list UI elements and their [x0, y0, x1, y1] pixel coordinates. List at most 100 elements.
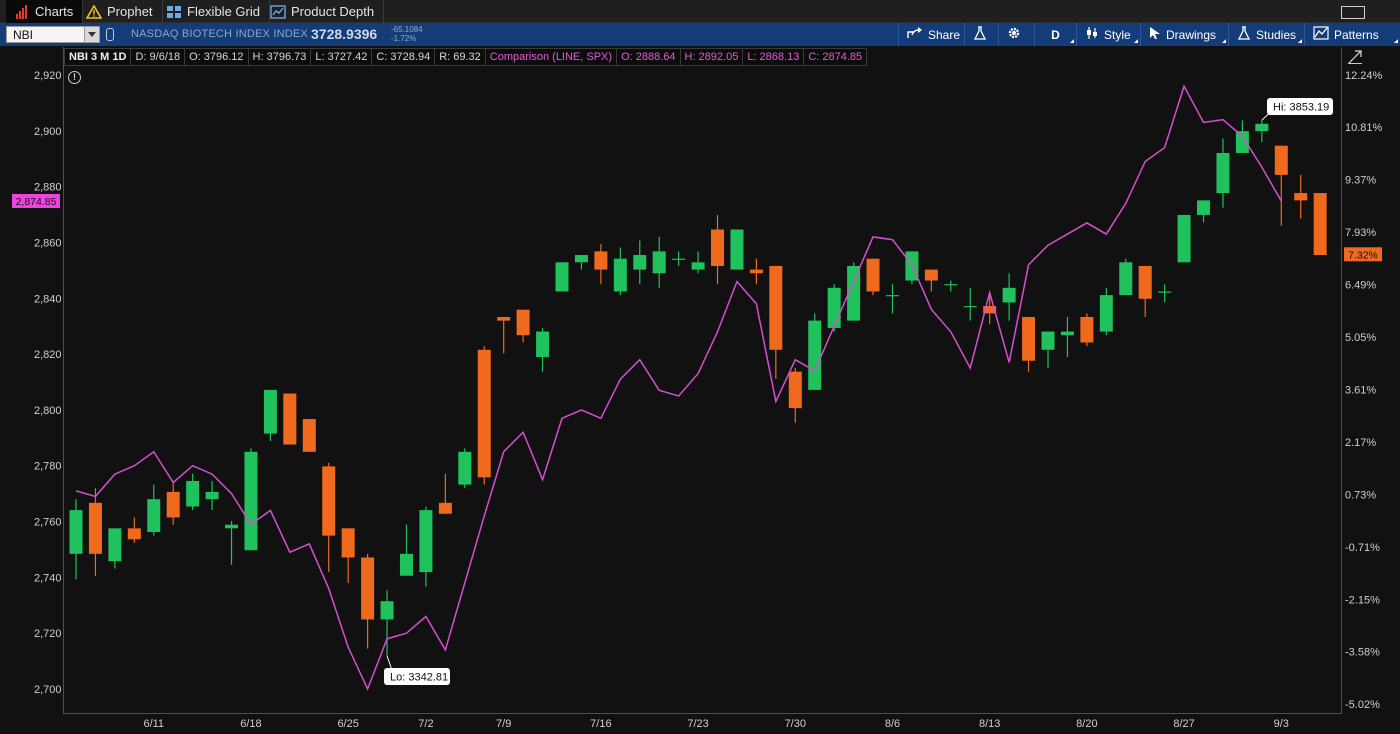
candle-down	[866, 258, 880, 292]
candle-down	[1274, 145, 1288, 175]
candle-down	[1080, 316, 1094, 343]
left-axis-tick-label: 2,740	[34, 572, 62, 584]
header-close: C: 3728.94	[372, 48, 436, 66]
candle-down	[1294, 193, 1308, 201]
header-open: O: 3796.12	[185, 48, 249, 66]
candle-up	[399, 553, 413, 576]
candle-down	[361, 557, 375, 620]
header-range: R: 69.32	[435, 48, 486, 66]
candle-down	[127, 528, 141, 540]
candle-up	[1099, 295, 1113, 332]
candle-up	[944, 284, 958, 286]
comparison-line-spx	[75, 84, 1282, 691]
candle-up	[691, 262, 705, 270]
candle-up	[380, 601, 394, 620]
candle-up	[1002, 287, 1016, 303]
left-axis-tick-label: 2,900	[34, 126, 62, 138]
expand-scale-icon[interactable]	[1348, 50, 1362, 64]
left-axis-tick-label: 2,780	[34, 461, 62, 473]
candle-down	[749, 269, 763, 274]
right-axis-tick-label: -5.02%	[1345, 699, 1380, 711]
candle-up	[1255, 123, 1269, 132]
x-axis-tick-label: 8/27	[1173, 718, 1194, 730]
right-last-value-text: 7.32%	[1348, 249, 1378, 261]
candle-up	[613, 258, 627, 292]
candle-down	[769, 265, 783, 350]
left-axis-tick-label: 2,840	[34, 293, 62, 305]
x-axis-tick-label: 6/25	[337, 718, 358, 730]
candle-up	[885, 295, 899, 297]
header-low: L: 3727.42	[311, 48, 373, 66]
candle-up	[808, 320, 822, 390]
right-axis-tick-label: 6.49%	[1345, 280, 1376, 292]
candle-down	[1022, 316, 1036, 361]
chart-title: NBI 3 M 1D	[64, 48, 132, 66]
candle-up	[672, 258, 686, 260]
candle-up	[1158, 291, 1172, 293]
candle-up	[1197, 200, 1211, 215]
left-axis-tick-label: 2,880	[34, 182, 62, 194]
x-axis-tick-label: 7/30	[785, 718, 806, 730]
left-axis-tick-label: 2,920	[34, 70, 62, 82]
candle-down	[788, 371, 802, 409]
candle-down	[283, 393, 297, 445]
candle-up	[555, 262, 569, 292]
right-axis-tick-label: 0.73%	[1345, 489, 1376, 501]
candle-up	[244, 451, 258, 551]
left-last-value-text: 2,874.85	[16, 196, 57, 208]
candle-up	[225, 524, 239, 529]
left-axis-tick-label: 2,860	[34, 237, 62, 249]
x-axis-tick-label: 7/9	[496, 718, 511, 730]
candle-up	[730, 229, 744, 270]
candle-down	[438, 502, 452, 514]
candle-up	[147, 499, 161, 532]
chart-header: NBI 3 M 1D D: 9/6/18 O: 3796.12 H: 3796.…	[64, 48, 868, 66]
candle-up	[1060, 331, 1074, 336]
candle-up	[1041, 331, 1055, 350]
candle-down	[1313, 193, 1327, 256]
candle-down	[322, 466, 336, 536]
right-axis-tick-label: 12.24%	[1345, 70, 1383, 82]
candle-down	[497, 316, 511, 321]
right-axis-tick-label: 3.61%	[1345, 385, 1376, 397]
right-axis-tick-label: 5.05%	[1345, 332, 1376, 344]
header-date: D: 9/6/18	[131, 48, 186, 66]
x-axis-tick-label: 6/11	[143, 718, 164, 730]
comparison-label[interactable]: Comparison (LINE, SPX)	[485, 48, 618, 66]
candle-up	[205, 491, 219, 500]
lo-label: Lo: 3342.81	[390, 672, 448, 684]
candle-down	[1138, 265, 1152, 299]
info-icon[interactable]: !	[68, 71, 81, 84]
left-axis-tick-label: 2,800	[34, 405, 62, 417]
x-axis-tick-label: 6/18	[240, 718, 261, 730]
candle-up	[1235, 131, 1249, 153]
candlestick-chart[interactable]: 2,920 2,900 2,880 2,860 2,840 2,820 2,800 2,780…	[0, 0, 1400, 734]
candle-up	[574, 255, 588, 263]
x-axis-tick-label: 7/16	[590, 718, 611, 730]
candle-down	[516, 309, 530, 336]
x-axis-tick-label: 7/2	[418, 718, 433, 730]
comparison-low: L: 2868.13	[743, 48, 805, 66]
comparison-high: H: 2892.05	[680, 48, 744, 66]
right-axis-tick-label: 9.37%	[1345, 175, 1376, 187]
x-axis-tick-label: 8/13	[979, 718, 1000, 730]
candle-down	[924, 269, 938, 281]
left-axis-tick-label: 2,820	[34, 349, 62, 361]
candle-up	[1119, 262, 1133, 296]
candle-up	[536, 331, 550, 358]
left-axis-tick-label: 2,760	[34, 517, 62, 529]
candle-up	[69, 510, 83, 554]
header-high: H: 3796.73	[248, 48, 312, 66]
right-axis-tick-label: -0.71%	[1345, 542, 1380, 554]
candle-up	[963, 306, 977, 308]
candle-up	[633, 255, 647, 270]
x-axis-tick-label: 9/3	[1274, 718, 1289, 730]
candle-down	[88, 502, 102, 554]
candle-up	[186, 480, 200, 507]
candle-down	[477, 349, 491, 478]
candle-up	[263, 389, 277, 434]
right-axis-tick-label: 7.93%	[1345, 227, 1376, 239]
right-axis-tick-label: -2.15%	[1345, 594, 1380, 606]
candle-down	[341, 528, 355, 558]
right-axis-tick-label: 10.81%	[1345, 122, 1383, 134]
